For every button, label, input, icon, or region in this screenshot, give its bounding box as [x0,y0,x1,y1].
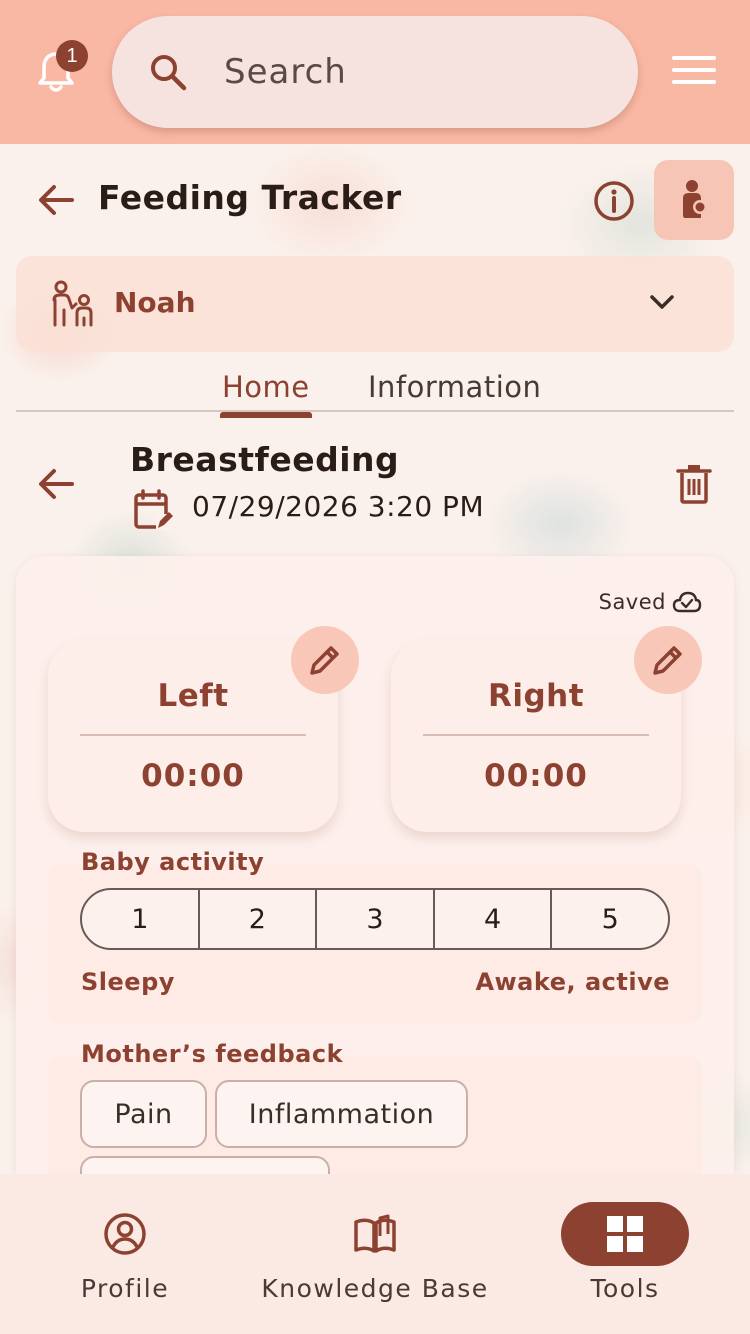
activity-option-5[interactable]: 5 [552,890,668,948]
bottom-navigation: Profile Knowledge Base Tools [0,1174,750,1334]
nav-knowledge-base[interactable]: Knowledge Base [250,1174,500,1334]
tab-home[interactable]: Home [220,370,312,418]
save-status: Saved [599,590,702,614]
child-name: Noah [114,286,196,319]
activity-low-label: Sleepy [81,968,175,996]
entry-datetime[interactable]: 07/29/2026 3:20 PM [192,490,484,523]
baby-activity-title: Baby activity [81,848,265,876]
hamburger-menu-icon[interactable] [672,56,716,88]
edit-right-button[interactable] [634,626,702,694]
book-icon [354,1214,396,1253]
pencil-icon [310,646,339,675]
chevron-down-icon [650,295,674,309]
page-title: Feeding Tracker [98,178,402,217]
active-indicator [561,1202,689,1266]
save-status-label: Saved [598,590,666,614]
nav-profile[interactable]: Profile [40,1174,210,1334]
search-icon [151,55,187,91]
calendar-edit-icon[interactable] [132,488,176,532]
profile-icon [104,1213,146,1255]
left-side-time: 00:00 [141,758,245,794]
divider [423,734,649,736]
nav-tools-label: Tools [590,1274,660,1303]
mother-baby-button[interactable] [654,160,734,240]
breastfeeding-icon [683,180,707,218]
right-side-time: 00:00 [484,758,588,794]
trash-icon[interactable] [676,464,712,504]
activity-option-1[interactable]: 1 [82,890,200,948]
feedback-chip[interactable] [80,1156,330,1176]
activity-option-2[interactable]: 2 [200,890,318,948]
tab-information[interactable]: Information [368,370,541,404]
divider [80,734,306,736]
activity-option-4[interactable]: 4 [435,890,553,948]
search-bar[interactable] [112,16,638,128]
parent-child-icon [52,280,93,327]
pencil-icon [653,646,682,675]
left-side-label: Left [157,678,229,714]
activity-option-3[interactable]: 3 [317,890,435,948]
info-icon[interactable] [592,179,636,223]
nav-knowledge-base-label: Knowledge Base [261,1274,489,1303]
cloud-check-icon [672,591,702,613]
search-input[interactable] [224,52,604,92]
feedback-chip-inflammation[interactable]: Inflammation [215,1080,468,1148]
feedback-chip-pain[interactable]: Pain [80,1080,207,1148]
grid-icon [607,1216,643,1252]
notification-badge: 1 [56,40,88,72]
child-selector[interactable]: Noah [16,256,734,352]
back-arrow-icon[interactable] [36,180,76,220]
right-side-label: Right [487,678,585,714]
edit-left-button[interactable] [291,626,359,694]
activity-rating-selector: 1 2 3 4 5 [80,888,670,950]
nav-tools[interactable]: Tools [540,1174,710,1334]
entry-title: Breastfeeding [130,440,400,479]
top-app-bar: 1 [0,0,750,144]
tab-bar: Home Information [16,364,734,418]
activity-high-label: Awake, active [475,968,670,996]
mother-feedback-title: Mother’s feedback [81,1040,344,1068]
nav-profile-label: Profile [80,1274,170,1303]
feeding-entry-card: Saved Left 00:00 Right 00:00 Baby activi… [16,556,734,1176]
entry-back-arrow-icon[interactable] [36,464,76,504]
